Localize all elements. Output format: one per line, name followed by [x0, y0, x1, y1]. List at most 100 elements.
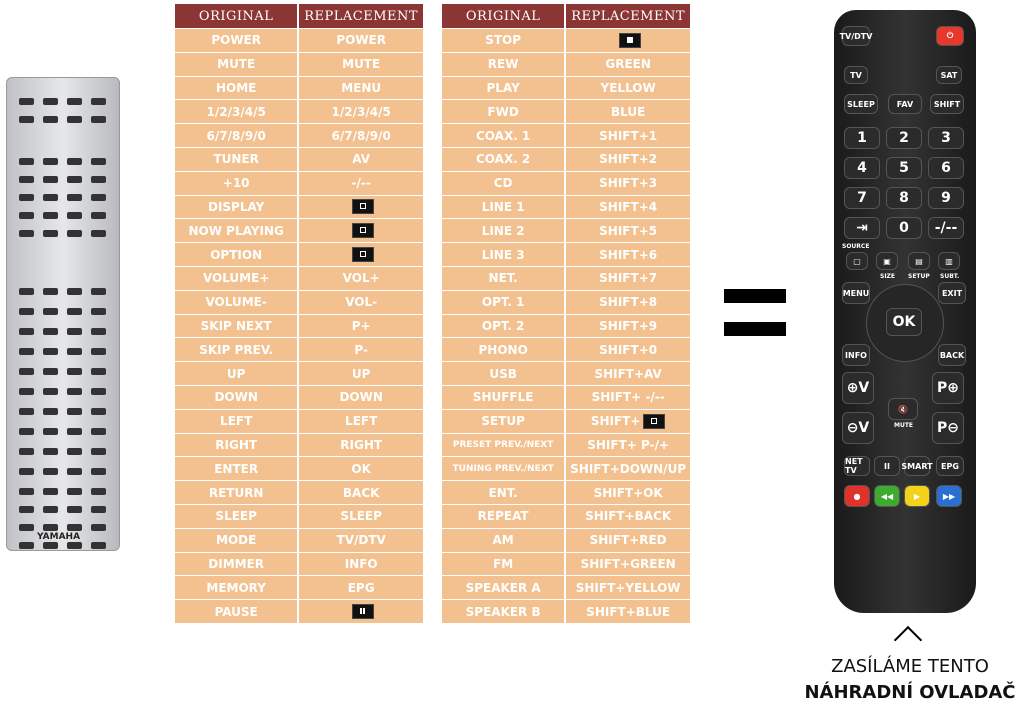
- remote-button: INFO: [842, 344, 870, 366]
- original-cell: 6/7/8/9/0: [175, 124, 298, 147]
- original-cell: STOP: [442, 29, 565, 52]
- replacement-cell: SHIFT+2: [566, 147, 690, 171]
- remote-button: SHIFT: [930, 94, 964, 114]
- yamaha-button: [67, 524, 82, 531]
- replacement-text: DOWN: [339, 390, 383, 405]
- replacement-cell: VOL+: [299, 266, 423, 290]
- table-row: AM SHIFT+RED: [442, 528, 690, 552]
- replacement-cell: SHIFT+BACK: [566, 504, 690, 528]
- yamaha-button: [91, 368, 106, 375]
- remote-button: SMART: [901, 456, 933, 476]
- remote-button: ⇥: [844, 217, 880, 239]
- replacement-cell: LEFT: [299, 409, 423, 433]
- yamaha-button: [91, 98, 106, 105]
- table-row: REW GREEN: [442, 52, 690, 76]
- remote-button: TV/DTV: [840, 26, 872, 46]
- replacement-cell: SHIFT+3: [566, 171, 690, 195]
- replacement-cell: [566, 29, 690, 52]
- original-cell: NET.: [442, 266, 565, 290]
- replacement-cell: -/--: [299, 171, 423, 195]
- replacement-text: GREEN: [605, 57, 651, 72]
- yamaha-button: [43, 388, 58, 395]
- remote-button: SLEEP: [844, 94, 878, 114]
- replacement-cell: P-: [299, 338, 423, 362]
- table-row: SHUFFLE SHIFT+ -/--: [442, 385, 690, 409]
- replacement-text: -/--: [351, 176, 371, 191]
- original-cell: SKIP PREV.: [175, 338, 298, 362]
- yamaha-button: [91, 288, 106, 295]
- table-row: OPT. 1 SHIFT+8: [442, 290, 690, 314]
- replacement-text: UP: [351, 366, 371, 381]
- remote-button: 8: [886, 187, 922, 209]
- replacement-cell: INFO: [299, 552, 423, 576]
- yamaha-button: [91, 116, 106, 123]
- original-cell: TUNER: [175, 147, 298, 171]
- original-cell: DISPLAY: [175, 195, 298, 219]
- table-row: MUTE MUTE: [175, 52, 423, 76]
- table-row: SETUP SHIFT+: [442, 409, 690, 433]
- replacement-text: SHIFT+GREEN: [580, 556, 676, 571]
- remote-button: 2: [886, 127, 922, 149]
- yamaha-button: [19, 368, 34, 375]
- original-cell: FM: [442, 552, 565, 576]
- yamaha-button: [43, 506, 58, 513]
- yamaha-button: [67, 506, 82, 513]
- replacement-cell: EPG: [299, 576, 423, 600]
- yamaha-button: [91, 488, 106, 495]
- table-row: NOW PLAYING: [175, 219, 423, 243]
- yamaha-button: [91, 428, 106, 435]
- table-row: DISPLAY: [175, 195, 423, 219]
- yamaha-button: [43, 524, 58, 531]
- replacement-cell: 6/7/8/9/0: [299, 124, 423, 147]
- yamaha-button: [43, 488, 58, 495]
- replacement-cell: SHIFT+AV: [566, 362, 690, 385]
- yamaha-button: [91, 408, 106, 415]
- remote-button: P⊖: [932, 412, 964, 444]
- yamaha-button: [91, 328, 106, 335]
- table-row: NET. SHIFT+7: [442, 266, 690, 290]
- remote-button: ⊕V: [842, 372, 874, 404]
- replacement-text: SHIFT+0: [599, 342, 658, 357]
- replacement-cell: SHIFT+RED: [566, 528, 690, 552]
- yamaha-button: [43, 212, 58, 219]
- screen-icon: [351, 199, 374, 215]
- replacement-cell: GREEN: [566, 52, 690, 76]
- replacement-cell: SHIFT+6: [566, 243, 690, 266]
- replacement-text: POWER: [336, 33, 386, 48]
- replacement-text: SHIFT+RED: [589, 533, 667, 548]
- table-row: USB SHIFT+AV: [442, 362, 690, 385]
- replacement-text: SHIFT+1: [599, 128, 658, 143]
- yamaha-button: [19, 98, 34, 105]
- original-cell: OPT. 2: [442, 314, 565, 338]
- replacement-cell: SHIFT+7: [566, 266, 690, 290]
- yamaha-button: [19, 468, 34, 475]
- yamaha-button: [19, 488, 34, 495]
- replacement-cell: OK: [299, 457, 423, 481]
- yamaha-logo: YAMAHA: [37, 532, 81, 542]
- replacement-cell: RIGHT: [299, 433, 423, 457]
- yamaha-button: [43, 98, 58, 105]
- yamaha-button: [91, 230, 106, 237]
- yamaha-button: [67, 230, 82, 237]
- replacement-cell: SHIFT+0: [566, 338, 690, 362]
- remote-button: II: [874, 456, 900, 476]
- caption-line1: ZASÍLÁME TENTO: [831, 656, 989, 677]
- original-cell: PRESET PREV./NEXT: [442, 433, 565, 457]
- yamaha-button: [19, 328, 34, 335]
- original-cell: DIMMER: [175, 552, 298, 576]
- replacement-text: SHIFT+DOWN/UP: [570, 461, 687, 476]
- original-cell: SPEAKER B: [442, 600, 565, 623]
- remote-button: 1: [844, 127, 880, 149]
- table-row: RIGHT RIGHT: [175, 433, 423, 457]
- remote-button: ▶▶: [936, 485, 962, 507]
- remote-button: BACK: [938, 344, 966, 366]
- replacement-text: SHIFT+OK: [593, 485, 663, 500]
- yamaha-button: [91, 448, 106, 455]
- original-cell: COAX. 1: [442, 124, 565, 147]
- replacement-cell: P+: [299, 314, 423, 338]
- yamaha-button: [43, 176, 58, 183]
- replacement-text: BACK: [342, 485, 380, 500]
- mapping-table-right: ORIGINAL REPLACEMENT STOP REW GREEN PLAY YELLO…: [440, 3, 692, 624]
- table-row: PHONO SHIFT+0: [442, 338, 690, 362]
- yamaha-button: [43, 468, 58, 475]
